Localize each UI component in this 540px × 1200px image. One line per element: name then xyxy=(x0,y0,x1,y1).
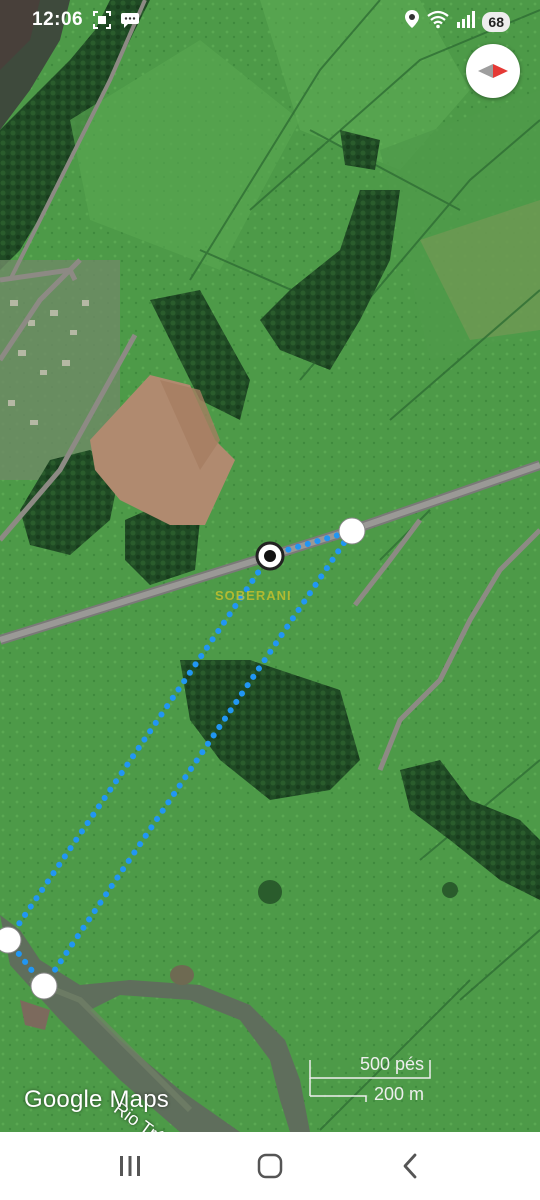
status-time: 12:06 xyxy=(32,9,84,30)
compass-needle-icon xyxy=(478,64,508,78)
location-icon xyxy=(404,9,420,35)
home-icon xyxy=(257,1153,283,1179)
signal-icon xyxy=(456,9,476,35)
recent-apps-icon xyxy=(120,1156,140,1176)
screenshot-icon xyxy=(92,10,112,36)
compass-button[interactable] xyxy=(466,44,520,98)
satellite-map[interactable] xyxy=(0,0,540,1132)
scale-feet-label: 500 pés xyxy=(360,1054,425,1074)
route-point[interactable] xyxy=(0,926,22,954)
route-point[interactable] xyxy=(338,517,366,545)
recent-apps-button[interactable] xyxy=(100,1136,160,1196)
google-maps-logo: Google Maps xyxy=(24,1086,169,1113)
route-point[interactable] xyxy=(30,972,58,1000)
status-left-icons xyxy=(92,10,140,36)
battery-indicator: 68 xyxy=(482,12,510,32)
home-button[interactable] xyxy=(240,1136,300,1196)
back-icon xyxy=(403,1153,417,1179)
system-nav-bar xyxy=(0,1132,540,1200)
watermark-text: SOBERANI xyxy=(215,588,292,603)
scale-meters-label: 200 m xyxy=(374,1084,425,1104)
wifi-icon xyxy=(426,9,450,35)
status-bar: 12:06 68 xyxy=(0,0,540,40)
status-right: 68 xyxy=(404,9,510,35)
map-scale: 500 pés 200 m xyxy=(306,1052,436,1110)
back-button[interactable] xyxy=(380,1136,440,1196)
message-icon xyxy=(120,10,140,36)
